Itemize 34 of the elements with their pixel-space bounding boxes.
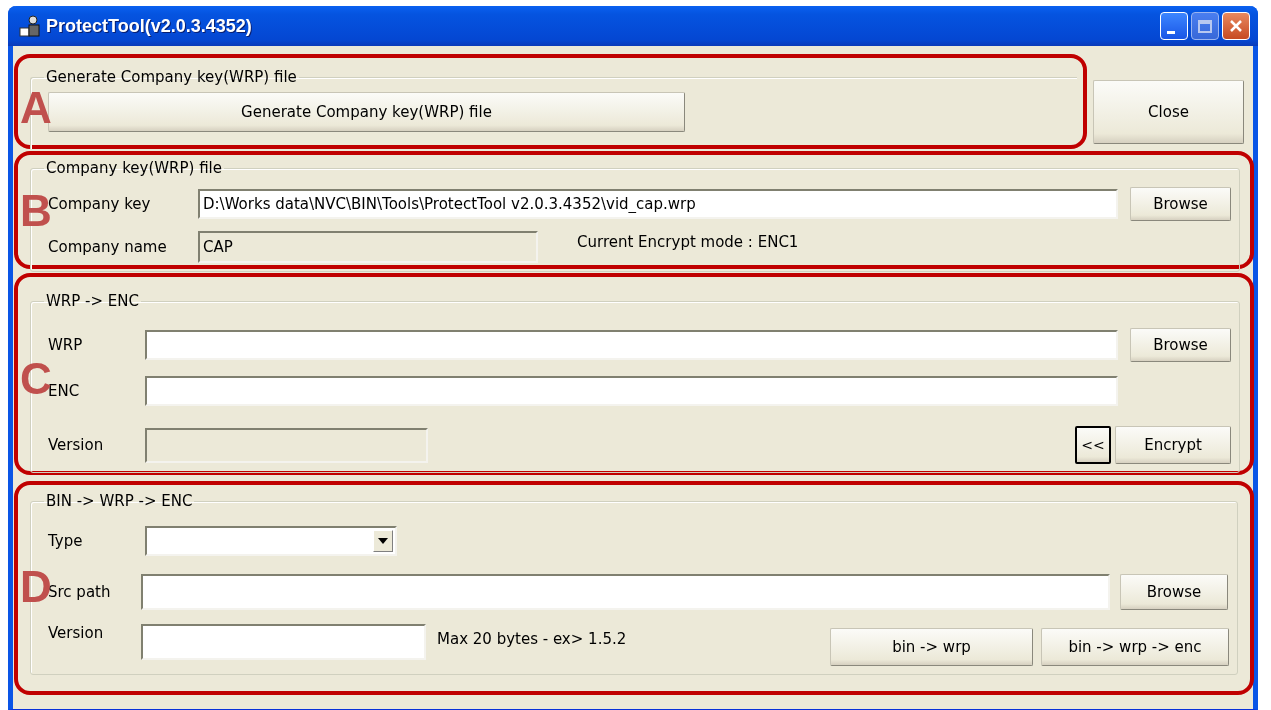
close-icon xyxy=(1230,20,1242,32)
input-field[interactable] xyxy=(141,624,426,660)
input-field[interactable]: D:\Works data\NVC\BIN\Tools\ProtectTool v2.0.3.4352\vid_cap.wrp xyxy=(198,189,1118,219)
field-label: Version xyxy=(48,624,105,642)
convert-button[interactable]: bin -> wrp -> enc xyxy=(1041,628,1229,666)
close-window-button[interactable] xyxy=(1222,12,1250,40)
group-title: BIN -> WRP -> ENC xyxy=(45,492,194,510)
maximize-icon xyxy=(1198,19,1212,33)
field-label: Company name xyxy=(48,238,168,256)
field-label: Type xyxy=(48,532,84,550)
input-field[interactable] xyxy=(145,330,1118,360)
app-icon xyxy=(18,14,42,38)
input-field[interactable] xyxy=(145,376,1118,406)
convert-button[interactable]: bin -> wrp xyxy=(830,628,1033,666)
version-hint: Max 20 bytes - ex> 1.5.2 xyxy=(437,630,627,648)
group-title: Generate Company key(WRP) file xyxy=(45,68,298,86)
browse-button[interactable]: Browse xyxy=(1130,328,1231,362)
field-label: Version xyxy=(48,436,105,454)
field-label: WRP xyxy=(48,336,84,354)
minimize-button[interactable] xyxy=(1160,12,1188,40)
input-field[interactable] xyxy=(141,574,1110,610)
type-dropdown[interactable] xyxy=(145,526,397,556)
close-button[interactable]: Close xyxy=(1093,80,1244,144)
encrypt-mode-text: Current Encrypt mode : ENC1 xyxy=(577,233,799,251)
field-label: Company key xyxy=(48,195,152,213)
window-title: ProtectTool(v2.0.3.4352) xyxy=(46,15,252,37)
back-button[interactable]: << xyxy=(1075,426,1111,464)
maximize-button[interactable] xyxy=(1191,12,1219,40)
minimize-icon xyxy=(1167,30,1175,34)
group-title: Company key(WRP) file xyxy=(45,159,223,177)
browse-button[interactable]: Browse xyxy=(1120,574,1228,610)
group-title: WRP -> ENC xyxy=(45,292,140,310)
browse-button[interactable]: Browse xyxy=(1130,187,1231,221)
encrypt-button[interactable]: Encrypt xyxy=(1115,426,1231,464)
